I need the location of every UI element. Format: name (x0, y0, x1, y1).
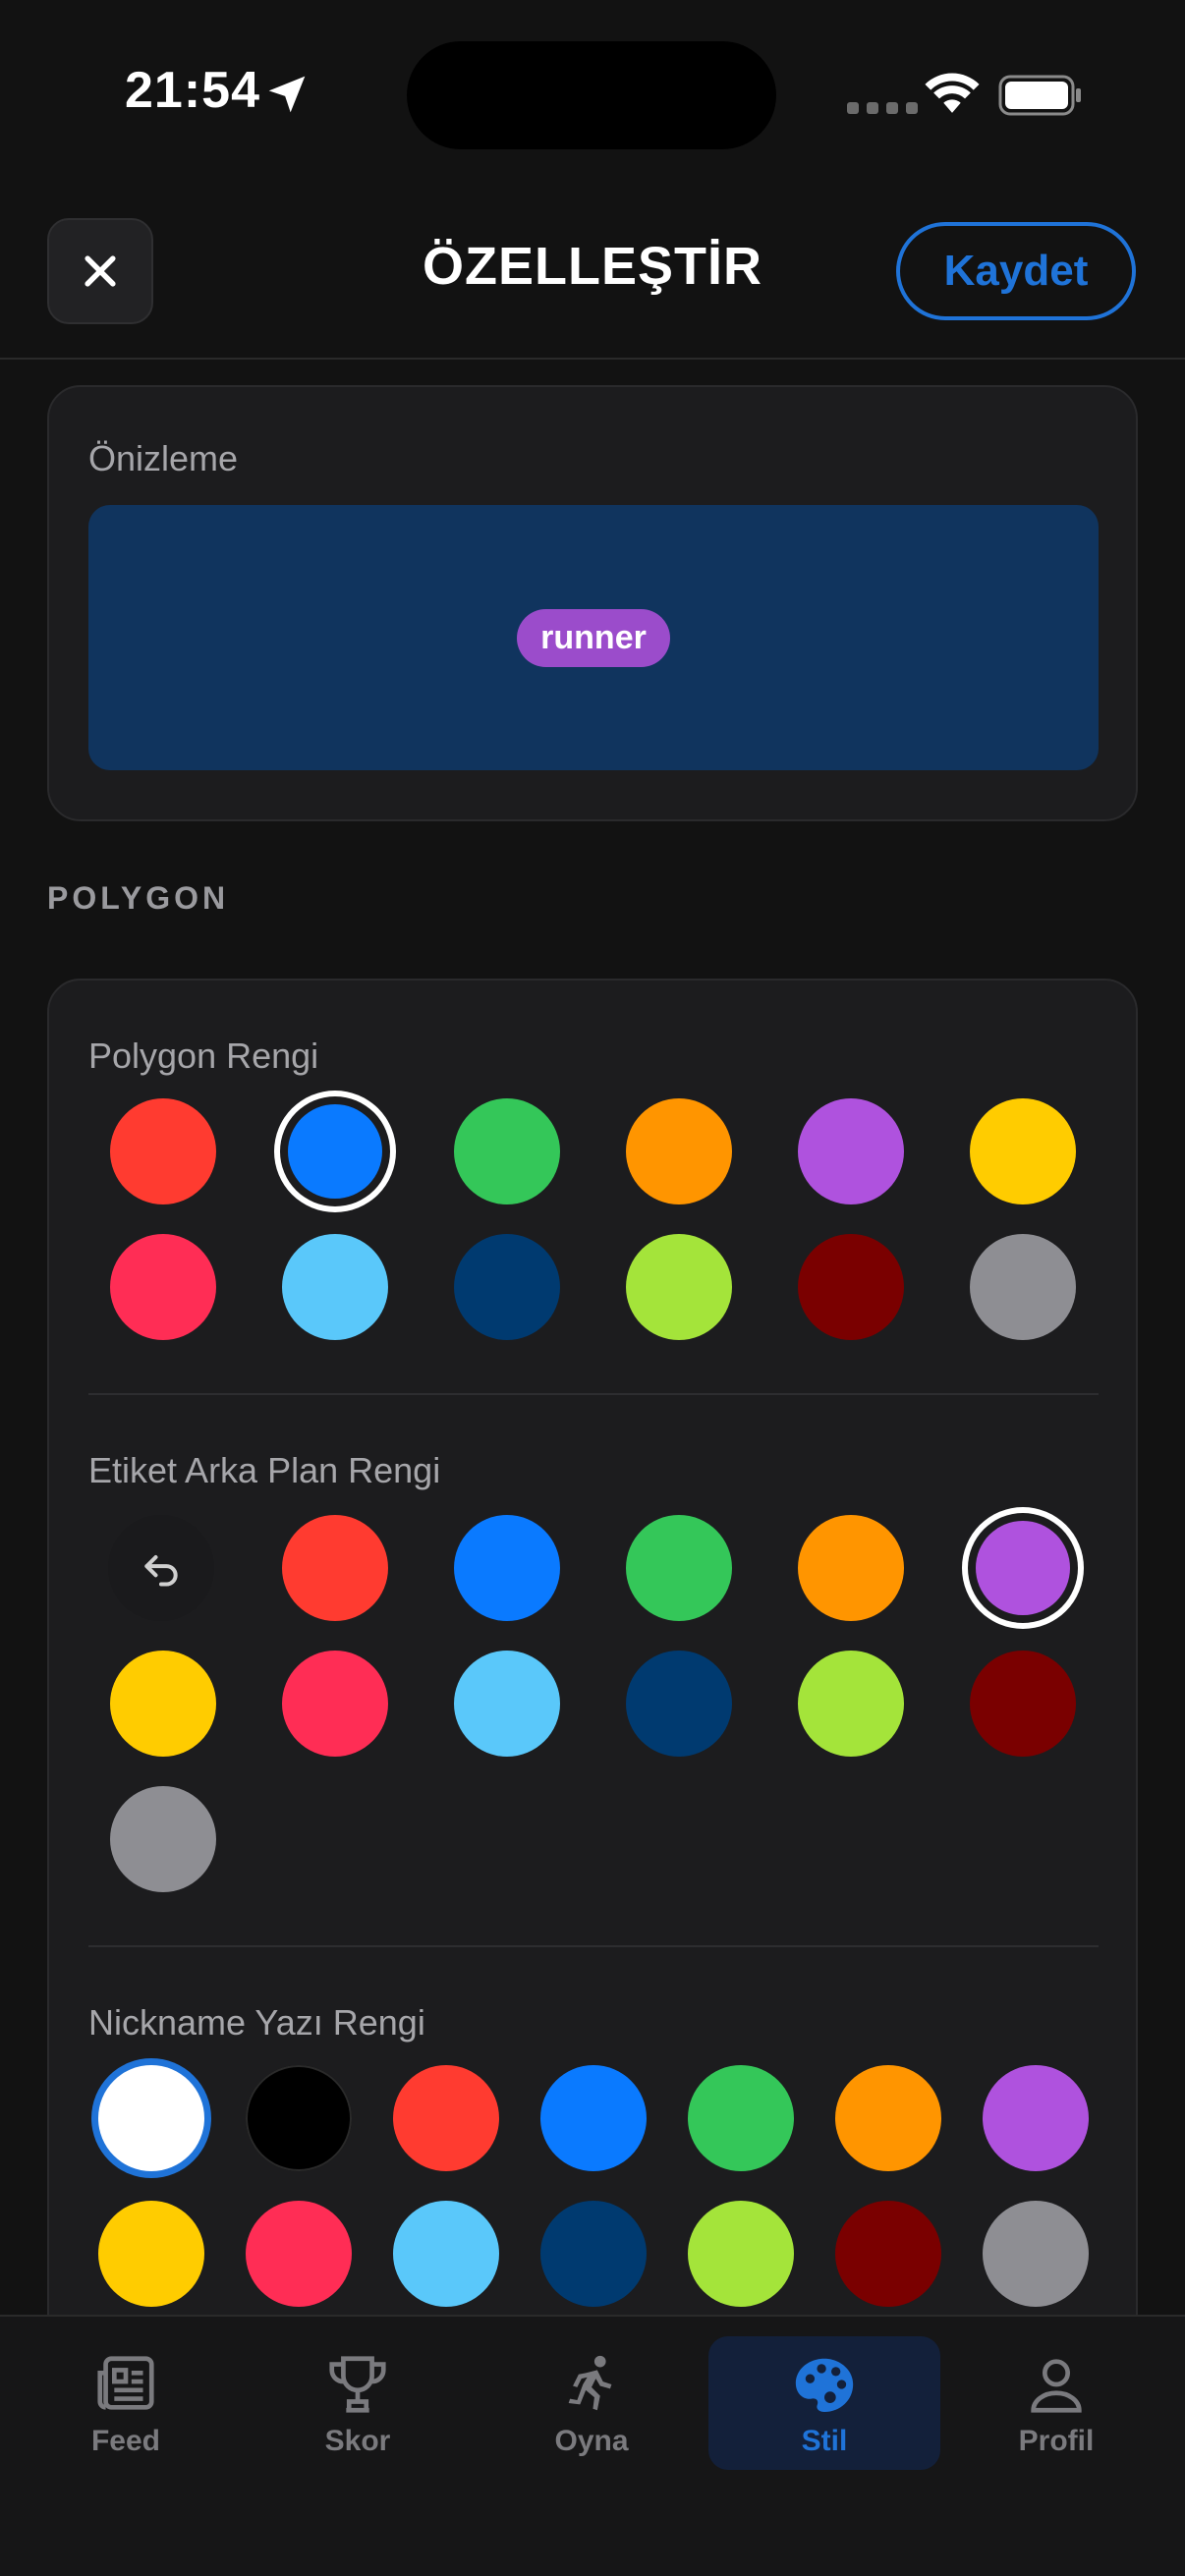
color-swatch[interactable] (835, 2201, 941, 2307)
color-swatch-selected[interactable] (976, 1521, 1070, 1615)
color-swatch[interactable] (110, 1234, 216, 1340)
color-swatch[interactable] (454, 1234, 560, 1340)
cellular-signal-icon (847, 102, 918, 114)
status-time: 21:54 (125, 62, 260, 119)
color-swatch[interactable] (282, 1234, 388, 1340)
color-swatch[interactable] (110, 1098, 216, 1204)
dynamic-island (407, 41, 776, 149)
label-bg-color-label: Etiket Arka Plan Rengi (88, 1450, 441, 1490)
status-bar: 21:54 (0, 0, 1185, 196)
preview-nickname-tag: runner (517, 608, 670, 667)
newspaper-icon (97, 2356, 154, 2410)
color-swatch[interactable] (110, 1651, 216, 1757)
undo-icon (144, 1554, 178, 1587)
color-swatch[interactable] (540, 2201, 647, 2307)
preview-map-area: runner (88, 505, 1099, 770)
color-swatch[interactable] (798, 1098, 904, 1204)
trophy-icon (329, 2356, 386, 2413)
color-swatch[interactable] (970, 1651, 1076, 1757)
color-swatch[interactable] (282, 1651, 388, 1757)
color-swatch[interactable] (688, 2201, 794, 2307)
running-person-icon (568, 2355, 612, 2411)
color-swatch[interactable] (540, 2065, 647, 2171)
color-swatch[interactable] (454, 1098, 560, 1204)
tab-oyna[interactable]: Oyna (476, 2336, 707, 2470)
color-swatch[interactable] (798, 1515, 904, 1621)
divider (88, 1945, 1099, 1947)
color-swatch[interactable] (626, 1234, 732, 1340)
battery-icon (998, 75, 1081, 116)
color-swatch[interactable] (393, 2201, 499, 2307)
color-swatch[interactable] (98, 2201, 204, 2307)
color-swatch[interactable] (835, 2065, 941, 2171)
save-button[interactable]: Kaydet (896, 222, 1136, 320)
color-swatch[interactable] (798, 1651, 904, 1757)
color-swatch-selected[interactable] (105, 2072, 198, 2164)
wifi-icon (925, 73, 980, 113)
tab-stil[interactable]: Stil (708, 2336, 940, 2470)
color-swatch[interactable] (393, 2065, 499, 2171)
color-swatch[interactable] (110, 1786, 216, 1892)
preview-label: Önizleme (88, 438, 239, 478)
color-swatch[interactable] (983, 2065, 1089, 2171)
polygon-color-label: Polygon Rengi (88, 1036, 319, 1076)
preview-card: Önizleme runner (47, 385, 1138, 821)
nickname-color-label: Nickname Yazı Rengi (88, 2002, 425, 2043)
color-swatch[interactable] (626, 1515, 732, 1621)
color-swatch[interactable] (626, 1651, 732, 1757)
color-swatch[interactable] (282, 1515, 388, 1621)
color-swatch[interactable] (798, 1234, 904, 1340)
tab-skor[interactable]: Skor (242, 2336, 474, 2470)
color-swatch[interactable] (246, 2065, 352, 2171)
person-icon (1031, 2359, 1082, 2413)
reset-label-bg-button[interactable] (108, 1515, 214, 1621)
color-swatch[interactable] (454, 1651, 560, 1757)
color-swatch[interactable] (970, 1098, 1076, 1204)
color-swatch[interactable] (246, 2201, 352, 2307)
color-swatch[interactable] (454, 1515, 560, 1621)
divider (88, 1393, 1099, 1395)
location-arrow-icon (268, 76, 306, 113)
section-heading-polygon: POLYGON (47, 880, 230, 916)
color-swatch[interactable] (970, 1234, 1076, 1340)
tab-bar: Feed Skor Oyna Stil Profil (0, 2315, 1185, 2576)
nav-header: ÖZELLEŞTİR Kaydet (0, 196, 1185, 360)
color-swatch[interactable] (626, 1098, 732, 1204)
color-swatch[interactable] (983, 2201, 1089, 2307)
color-swatch[interactable] (688, 2065, 794, 2171)
color-swatch-selected[interactable] (288, 1104, 382, 1199)
palette-icon (795, 2358, 854, 2412)
polygon-card: Polygon Rengi Etiket Arka Plan Rengi Nic… (47, 979, 1138, 2354)
tab-profil[interactable]: Profil (940, 2336, 1172, 2470)
tab-feed[interactable]: Feed (10, 2336, 242, 2470)
